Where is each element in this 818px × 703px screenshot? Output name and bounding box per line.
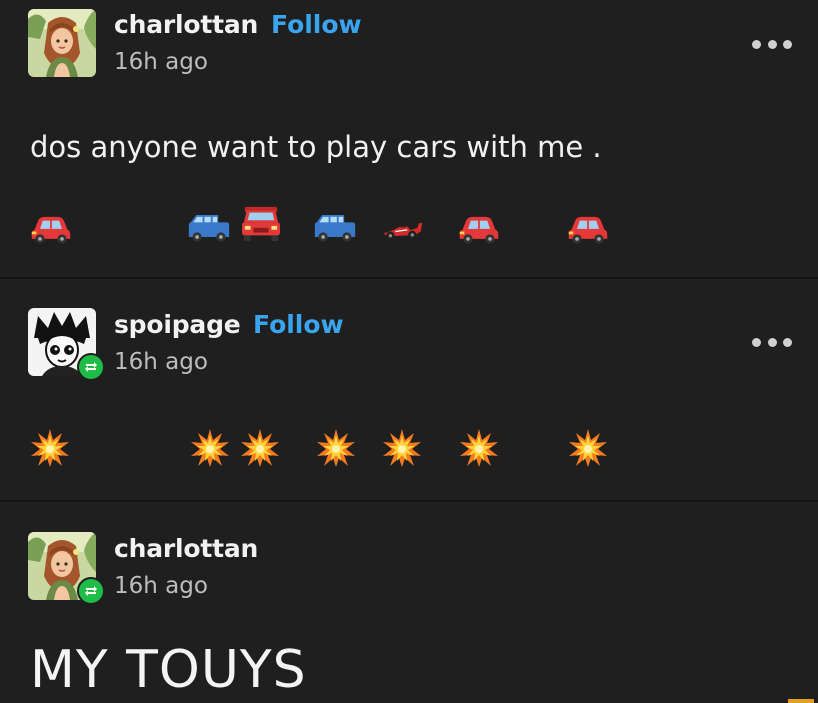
red-car-emoji [29,209,73,245]
timestamp[interactable]: 16h ago [114,349,208,375]
username[interactable]: charlottan [114,534,258,563]
more-options-button[interactable] [752,36,792,52]
corner-mark [788,699,814,703]
collision-emoji [190,428,230,468]
reblog-icon [77,353,105,381]
more-options-button[interactable] [752,334,792,350]
dot-icon [767,39,777,49]
post-1: charlottan Follow 16h ago dos anyone wan… [0,0,818,278]
dot-icon [752,337,761,347]
collision-emoji [459,428,499,468]
dot-icon [752,39,761,49]
red-car-emoji [457,209,501,245]
avatar-charlottan[interactable] [28,9,96,77]
username[interactable]: spoipage [114,310,241,339]
collision-emoji [568,428,608,468]
red-car-emoji [566,209,610,245]
collision-emoji [240,428,280,468]
race-car-emoji [382,215,424,243]
blue-suv-emoji [313,209,357,243]
reblog-icon [77,577,105,605]
post-3: charlottan 16h ago MY TOUYS [0,502,818,703]
post-text: MY TOUYS [30,640,307,700]
collision-emoji [316,428,356,468]
dot-icon [783,337,792,347]
timestamp[interactable]: 16h ago [114,573,208,599]
blue-suv-emoji [187,209,231,243]
username[interactable]: charlottan [114,10,258,39]
timestamp[interactable]: 16h ago [114,49,208,75]
post-2: spoipage Follow 16h ago [0,279,818,501]
red-car-front-emoji [240,205,282,243]
collision-emoji [382,428,422,468]
follow-button[interactable]: Follow [253,310,344,339]
follow-button[interactable]: Follow [271,10,362,39]
avatar-image [28,9,96,77]
dot-icon [783,39,792,49]
collision-emoji [30,428,70,468]
post-text: dos anyone want to play cars with me . [30,130,602,164]
dot-icon [767,337,777,347]
